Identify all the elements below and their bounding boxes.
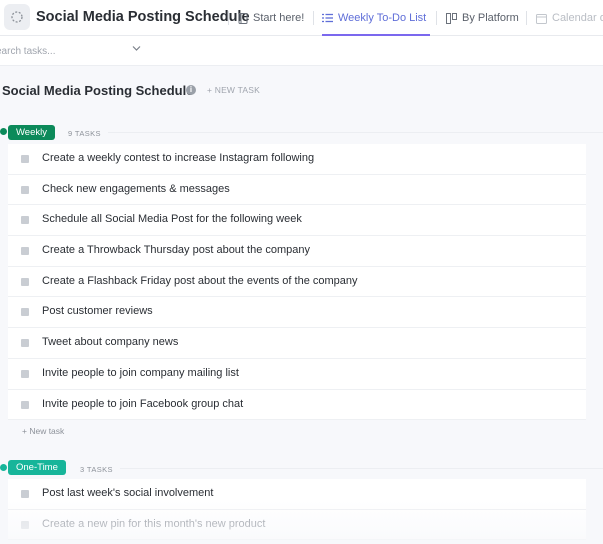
task-status-icon[interactable] — [21, 247, 29, 256]
group-divider — [108, 132, 603, 133]
task-name[interactable]: Create a Flashback Friday post about the… — [42, 275, 358, 287]
task-name[interactable]: Create a weekly contest to increase Inst… — [42, 152, 314, 164]
task-status-icon[interactable] — [21, 277, 29, 286]
task-row[interactable]: Check new engagements & messages — [8, 175, 586, 206]
task-name[interactable]: Check new engagements & messages — [42, 183, 230, 195]
task-status-icon[interactable] — [21, 400, 29, 409]
task-row[interactable]: Schedule all Social Media Post for the f… — [8, 205, 586, 237]
group-divider — [120, 468, 603, 469]
tab-label: By Platform — [462, 12, 519, 24]
list-title: Social Media Posting Schedule — [2, 83, 194, 98]
task-name[interactable]: Create a new pin for this month's new pr… — [42, 518, 265, 530]
task-name[interactable]: Tweet about company news — [42, 336, 178, 348]
add-task-button[interactable]: + New task — [22, 426, 64, 436]
task-row[interactable]: Tweet about company news — [8, 328, 586, 359]
tab-calendar[interactable]: Calendar o — [536, 0, 603, 36]
list-icon — [322, 13, 333, 23]
task-row[interactable]: Create a Throwback Thursday post about t… — [8, 236, 586, 267]
task-status-icon[interactable] — [21, 339, 29, 348]
tab-divider — [313, 11, 314, 25]
task-status-icon[interactable] — [21, 185, 29, 194]
space-title[interactable]: Social Media Posting Schedule — [36, 9, 250, 25]
calendar-icon — [536, 13, 547, 24]
info-icon[interactable]: i — [186, 85, 196, 95]
tab-start-here[interactable]: Start here! — [238, 0, 304, 36]
task-list-one-time: Post last week's social involvement Crea… — [8, 479, 586, 541]
task-row[interactable]: Post last week's social involvement — [8, 479, 586, 510]
task-row[interactable]: Invite people to join company mailing li… — [8, 359, 586, 390]
task-status-icon[interactable] — [21, 216, 29, 225]
task-status-icon[interactable] — [21, 520, 29, 529]
task-row[interactable]: Create a Flashback Friday post about the… — [8, 267, 586, 298]
task-status-icon[interactable] — [21, 155, 29, 163]
task-status-icon[interactable] — [21, 308, 29, 317]
space-settings-icon[interactable] — [4, 4, 30, 30]
tab-by-platform[interactable]: By Platform — [446, 0, 519, 36]
task-row[interactable]: Post customer reviews — [8, 297, 586, 329]
task-status-icon[interactable] — [21, 369, 29, 378]
tab-weekly-to-do-list[interactable]: Weekly To-Do List — [322, 0, 431, 36]
task-name[interactable]: Create a Throwback Thursday post about t… — [42, 244, 310, 256]
task-row[interactable]: Create a new pin for this month's new pr… — [8, 510, 586, 541]
search-input[interactable] — [0, 43, 126, 59]
tab-label: Weekly To-Do List — [338, 12, 427, 24]
task-name[interactable]: Invite people to join Facebook group cha… — [42, 398, 243, 410]
task-name[interactable]: Schedule all Social Media Post for the f… — [42, 213, 302, 225]
group-status-pill-weekly[interactable]: Weekly — [8, 125, 55, 140]
task-row[interactable]: Invite people to join Facebook group cha… — [8, 390, 586, 421]
task-row[interactable]: Create a weekly contest to increase Inst… — [8, 144, 586, 175]
task-name[interactable]: Post customer reviews — [42, 305, 153, 317]
doc-icon — [238, 12, 248, 24]
app-window: Social Media Posting Schedule Start here… — [0, 0, 603, 544]
new-task-button[interactable]: + NEW TASK — [207, 85, 260, 95]
task-status-icon[interactable] — [21, 490, 29, 498]
tab-label: Calendar o — [552, 12, 603, 24]
task-list-weekly: Create a weekly contest to increase Inst… — [8, 144, 586, 421]
tab-divider — [228, 11, 229, 25]
group-status-pill-one-time[interactable]: One-Time — [8, 460, 66, 475]
group-collapse-toggle[interactable] — [0, 464, 7, 471]
group-collapse-toggle[interactable] — [0, 128, 7, 135]
top-header: Social Media Posting Schedule Start here… — [0, 0, 603, 36]
board-icon — [446, 12, 457, 24]
group-task-count: 9 TASKS — [68, 129, 101, 138]
chevron-down-icon[interactable] — [132, 45, 141, 52]
tab-divider — [436, 11, 437, 25]
task-name[interactable]: Invite people to join company mailing li… — [42, 367, 239, 379]
group-task-count: 3 TASKS — [80, 465, 113, 474]
tab-divider — [526, 11, 527, 25]
filter-bar — [0, 36, 603, 66]
task-name[interactable]: Post last week's social involvement — [42, 487, 213, 499]
tab-label: Start here! — [253, 12, 305, 24]
